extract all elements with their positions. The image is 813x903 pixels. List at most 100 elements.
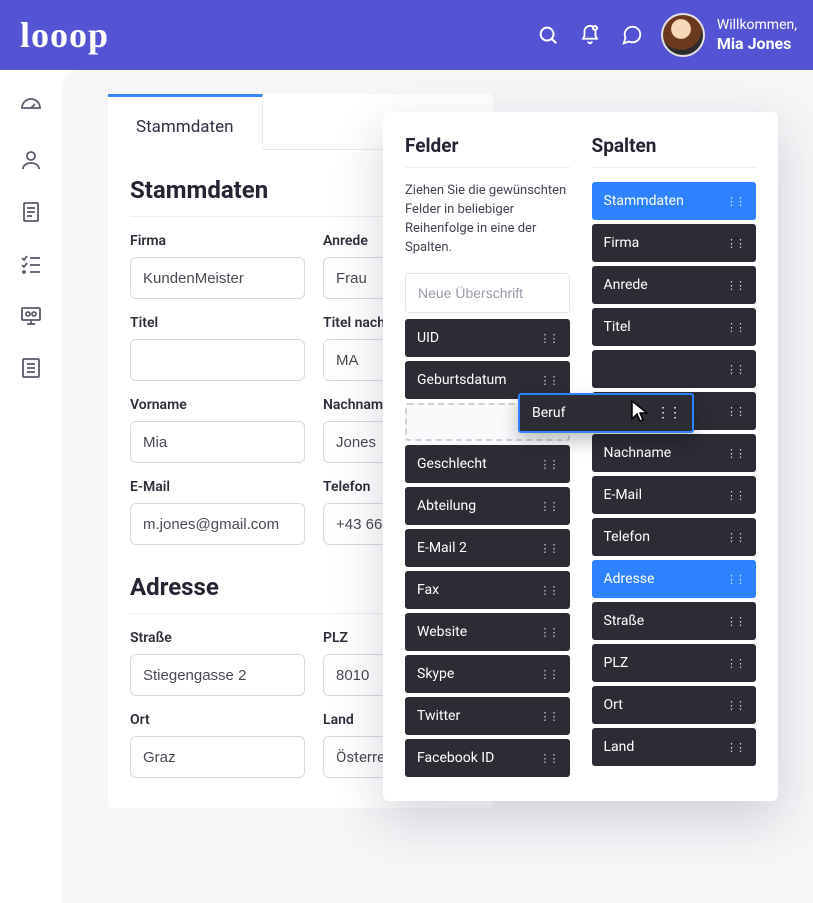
grip-icon <box>726 195 744 208</box>
spalten-item-label: Stammdaten <box>604 193 684 209</box>
spalten-item-label: Firma <box>604 235 640 251</box>
grip-icon <box>540 710 558 723</box>
spalten-item[interactable]: Straße <box>592 602 757 640</box>
grip-icon <box>726 279 744 292</box>
input-email[interactable] <box>130 503 305 545</box>
input-vorname[interactable] <box>130 421 305 463</box>
grip-icon <box>726 321 744 334</box>
felder-item[interactable]: Abteilung <box>405 487 570 525</box>
spalten-item[interactable]: Ort <box>592 686 757 724</box>
spalten-item[interactable]: Titel <box>592 308 757 346</box>
logo: looop <box>20 14 109 56</box>
grip-icon <box>726 741 744 754</box>
felder-item[interactable]: Geschlecht <box>405 445 570 483</box>
input-ort[interactable] <box>130 736 305 778</box>
grip-icon <box>726 405 744 418</box>
list-icon[interactable] <box>19 356 43 380</box>
notification-dot <box>592 25 598 31</box>
tab-stammdaten[interactable]: Stammdaten <box>108 94 263 150</box>
spalten-item-label: Straße <box>604 613 645 629</box>
spalten-item-label: Telefon <box>604 529 651 545</box>
grip-icon <box>540 332 558 345</box>
grip-icon <box>726 615 744 628</box>
left-nav <box>0 70 62 903</box>
input-firma[interactable] <box>130 257 305 299</box>
felder-item-label: Facebook ID <box>417 750 494 766</box>
label-ort: Ort <box>130 712 305 728</box>
add-heading-row <box>405 273 570 313</box>
spalten-item-label: Ort <box>604 697 623 713</box>
panel-description: Ziehen Sie die gewünschten Felder in bel… <box>405 182 570 257</box>
spalten-item[interactable]: Nachname <box>592 434 757 472</box>
spalten-item-label: Adresse <box>604 571 655 587</box>
spalten-item[interactable] <box>592 350 757 388</box>
felder-item-label: Geburtsdatum <box>417 372 507 388</box>
label-email: E-Mail <box>130 479 305 495</box>
user-name: Mia Jones <box>717 34 797 53</box>
grip-icon <box>540 500 558 513</box>
felder-item[interactable]: Skype <box>405 655 570 693</box>
spalten-item[interactable]: Land <box>592 728 757 766</box>
panel-title-felder: Felder <box>405 134 570 168</box>
top-bar: looop Willkommen, Mia Jones <box>0 0 813 70</box>
spalten-item[interactable]: E-Mail <box>592 476 757 514</box>
grip-icon <box>726 489 744 502</box>
felder-item[interactable]: Twitter <box>405 697 570 735</box>
bell-icon[interactable] <box>569 14 611 56</box>
checklist-icon[interactable] <box>19 252 43 276</box>
document-icon[interactable] <box>19 200 43 224</box>
presentation-icon[interactable] <box>19 304 43 328</box>
chat-icon[interactable] <box>611 14 653 56</box>
dragging-pill[interactable]: Beruf <box>518 393 694 433</box>
spalten-item-label: E-Mail <box>604 487 642 503</box>
spalten-item-label: Titel <box>604 319 631 335</box>
user-menu[interactable]: Willkommen, Mia Jones <box>661 13 797 57</box>
grip-icon <box>540 668 558 681</box>
felder-item-label: Twitter <box>417 708 460 724</box>
panel-col-felder: Felder Ziehen Sie die gewünschten Felder… <box>405 134 570 777</box>
felder-item[interactable]: Facebook ID <box>405 739 570 777</box>
spalten-item[interactable]: Firma <box>592 224 757 262</box>
felder-item-label: Geschlecht <box>417 456 487 472</box>
panel-col-spalten: Spalten StammdatenFirmaAnredeTitelVornam… <box>592 134 757 777</box>
label-vorname: Vorname <box>130 397 305 413</box>
grip-icon <box>726 363 744 376</box>
spalten-item[interactable]: PLZ <box>592 644 757 682</box>
spalten-item[interactable]: Anrede <box>592 266 757 304</box>
felder-item-label: E-Mail 2 <box>417 540 467 556</box>
felder-item[interactable]: Fax <box>405 571 570 609</box>
grip-icon <box>540 584 558 597</box>
person-icon[interactable] <box>19 148 43 172</box>
spalten-list: StammdatenFirmaAnredeTitelVornameNachnam… <box>592 182 757 766</box>
welcome-label: Willkommen, <box>717 17 797 34</box>
felder-list: UID Geburtsdatum Geschlecht Abteilung E-Mail… <box>405 319 570 777</box>
grip-icon <box>540 374 558 387</box>
grip-icon <box>726 447 744 460</box>
felder-item-label: UID <box>417 330 439 346</box>
search-icon[interactable] <box>527 14 569 56</box>
felder-item-label: Skype <box>417 666 454 682</box>
spalten-item[interactable]: Adresse <box>592 560 757 598</box>
felder-item-label: Abteilung <box>417 498 476 514</box>
dashboard-icon[interactable] <box>19 96 43 120</box>
felder-item-label: Fax <box>417 582 439 598</box>
grip-icon <box>540 458 558 471</box>
spalten-item[interactable]: Telefon <box>592 518 757 556</box>
label-titel: Titel <box>130 315 305 331</box>
input-strasse[interactable] <box>130 654 305 696</box>
grip-icon <box>540 752 558 765</box>
input-titel[interactable] <box>130 339 305 381</box>
spalten-item-label: Land <box>604 739 635 755</box>
input-new-heading[interactable] <box>406 274 570 312</box>
felder-item[interactable]: Website <box>405 613 570 651</box>
grip-icon <box>540 542 558 555</box>
grip-icon <box>726 657 744 670</box>
spalten-item[interactable]: Stammdaten <box>592 182 757 220</box>
dragging-pill-label: Beruf <box>532 405 565 421</box>
felder-item[interactable]: E-Mail 2 <box>405 529 570 567</box>
felder-item[interactable]: UID <box>405 319 570 357</box>
grip-icon <box>656 405 680 421</box>
field-config-panel: Felder Ziehen Sie die gewünschten Felder… <box>383 112 778 801</box>
cursor-icon <box>630 399 650 427</box>
spalten-item-label: Anrede <box>604 277 648 293</box>
